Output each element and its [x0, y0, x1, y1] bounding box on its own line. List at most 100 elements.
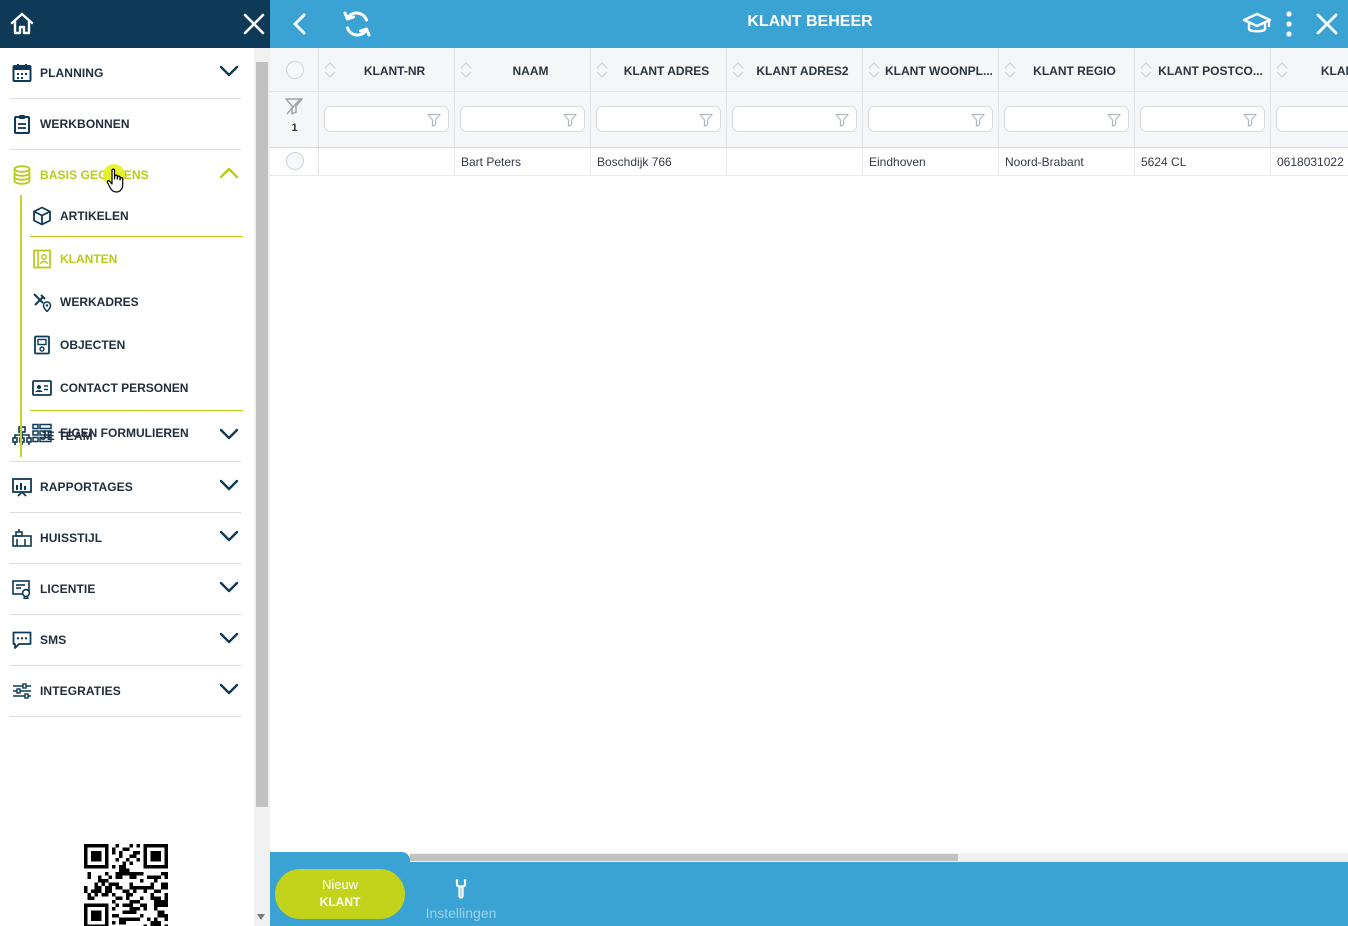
box-icon [33, 206, 51, 226]
chevron-down-icon[interactable] [218, 476, 240, 494]
grid-horizontal-scrollbar-thumb[interactable] [410, 854, 958, 861]
chevron-down-icon[interactable] [218, 629, 240, 647]
column-filter [1271, 92, 1348, 148]
filter-icon[interactable] [971, 113, 985, 127]
sort-icon[interactable] [867, 60, 881, 80]
bottom-toolbar-tab [270, 852, 410, 864]
chevron-down-icon[interactable] [218, 62, 240, 80]
sort-icon[interactable] [731, 60, 745, 80]
column-filter [999, 92, 1135, 148]
filter-icon[interactable] [699, 113, 713, 127]
hand-cursor-icon [106, 168, 124, 193]
column-header[interactable]: KLANT ADRES2 [727, 48, 863, 92]
chevron-down-icon[interactable] [218, 578, 240, 596]
column-header[interactable]: KLANT WOONPL... [863, 48, 999, 92]
close-icon[interactable] [1314, 11, 1340, 37]
menu-section-planning[interactable]: PLANNING [10, 48, 241, 99]
column-header[interactable]: KLANT REGIO [999, 48, 1135, 92]
sort-icon[interactable] [459, 60, 473, 80]
sliders-icon [13, 683, 31, 699]
table-cell [727, 148, 863, 176]
submenu-divider [30, 410, 243, 411]
sub-item-eigen-formulieren[interactable]: EIGEN FORMULIEREN [30, 412, 243, 455]
sub-item-werkadres[interactable]: WERKADRES [30, 281, 243, 324]
tools-location-icon [33, 293, 52, 312]
table-cell: Boschdijk 766 [591, 148, 727, 176]
sub-item-label: EIGEN FORMULIEREN [60, 426, 189, 440]
column-header[interactable]: KLANT POSTCO... [1135, 48, 1271, 92]
table-cell: Eindhoven [863, 148, 999, 176]
main-panel: KLANT BEHEER KLANT-NR NAAM KLANT ADRES KLAN… [270, 0, 1348, 926]
column-filter [455, 92, 591, 148]
sort-icon[interactable] [1003, 60, 1017, 80]
filter-icon[interactable] [563, 113, 577, 127]
filter-icon[interactable] [1107, 113, 1121, 127]
row-checkbox[interactable] [286, 152, 304, 170]
address-book-icon [33, 249, 51, 269]
device-icon [34, 335, 50, 355]
column-header-label: KLANT POSTCO... [1158, 64, 1263, 78]
sub-item-artikelen[interactable]: ARTIKELEN [30, 195, 243, 238]
close-icon[interactable] [240, 10, 268, 38]
filter-icon[interactable] [427, 113, 441, 127]
table-row[interactable]: Bart Peters Boschdijk 766 Eindhoven Noord-B… [270, 148, 1348, 176]
contact-card-icon [32, 380, 52, 396]
home-icon[interactable] [8, 10, 36, 38]
sub-item-klanten[interactable]: KLANTEN [30, 238, 243, 281]
sub-item-label: CONTACT PERSONEN [60, 381, 189, 395]
qr-code [84, 844, 168, 926]
column-header-label: KLANT ADRES [623, 64, 710, 78]
settings-button[interactable]: Instellingen [422, 876, 502, 922]
new-klant-button[interactable]: Nieuw KLANT [275, 869, 405, 919]
grid-filter-row: 1 [270, 92, 1348, 148]
chat-icon [12, 631, 32, 649]
sidebar: PLANNING WERKBONNEN BASIS GEGEVENS JE TE… [0, 0, 270, 926]
settings-label: Instellingen [425, 905, 497, 921]
menu-section-label: HUISSTIJL [40, 531, 103, 545]
more-vertical-icon[interactable] [1282, 10, 1296, 38]
presentation-icon [12, 478, 32, 497]
graduation-cap-icon[interactable] [1242, 12, 1272, 36]
column-header[interactable]: KLANT-NR [319, 48, 455, 92]
menu-section-licentie[interactable]: LICENTIE [10, 564, 241, 615]
filter-icon[interactable] [835, 113, 849, 127]
new-button-line2: KLANT [319, 895, 361, 909]
scroll-down-arrow-icon[interactable] [257, 914, 265, 920]
menu-section-label: LICENTIE [40, 582, 96, 596]
select-all-column [270, 48, 319, 91]
sort-icon[interactable] [1275, 60, 1289, 80]
select-all-checkbox[interactable] [286, 61, 304, 79]
filter-clear-column: 1 [270, 92, 319, 147]
column-header[interactable]: NAAM [455, 48, 591, 92]
column-header[interactable]: KLANT ADRES [591, 48, 727, 92]
sub-item-objecten[interactable]: OBJECTEN [30, 324, 243, 367]
chevron-down-icon[interactable] [218, 680, 240, 698]
calendar-icon [12, 64, 32, 82]
menu-section-label: INTEGRATIES [40, 684, 121, 698]
menu-section-werkbonnen[interactable]: WERKBONNEN [10, 99, 241, 150]
filter-icon[interactable] [1243, 113, 1257, 127]
sort-icon[interactable] [595, 60, 609, 80]
clear-filter-icon[interactable] [284, 96, 304, 116]
menu-section-label: PLANNING [40, 66, 104, 80]
column-header[interactable]: KLANT T [1271, 48, 1348, 92]
sort-icon[interactable] [323, 60, 337, 80]
database-icon [13, 165, 31, 185]
chevron-down-icon[interactable] [218, 527, 240, 545]
customer-grid: KLANT-NR NAAM KLANT ADRES KLANT ADRES2 KLANT… [270, 48, 1348, 176]
column-header-label: KLANT REGIO [1033, 64, 1116, 78]
sidebar-scrollbar-thumb[interactable] [256, 62, 268, 807]
clipboard-icon [14, 115, 30, 134]
column-filter [863, 92, 999, 148]
menu-section-huisstijl[interactable]: HUISSTIJL [10, 513, 241, 564]
sub-item-contact-personen[interactable]: CONTACT PERSONEN [30, 367, 243, 410]
menu-section-sms[interactable]: SMS [10, 615, 241, 666]
menu-section-rapportages[interactable]: RAPPORTAGES [10, 462, 241, 513]
wrench-icon [455, 878, 467, 899]
chevron-up-icon[interactable] [218, 164, 240, 182]
sort-icon[interactable] [1139, 60, 1153, 80]
menu-section-integraties[interactable]: INTEGRATIES [10, 666, 241, 717]
column-filter-input[interactable] [1276, 106, 1348, 132]
column-header-label: KLANT ADRES2 [756, 64, 849, 78]
column-header-label: KLANT T [1320, 64, 1348, 78]
